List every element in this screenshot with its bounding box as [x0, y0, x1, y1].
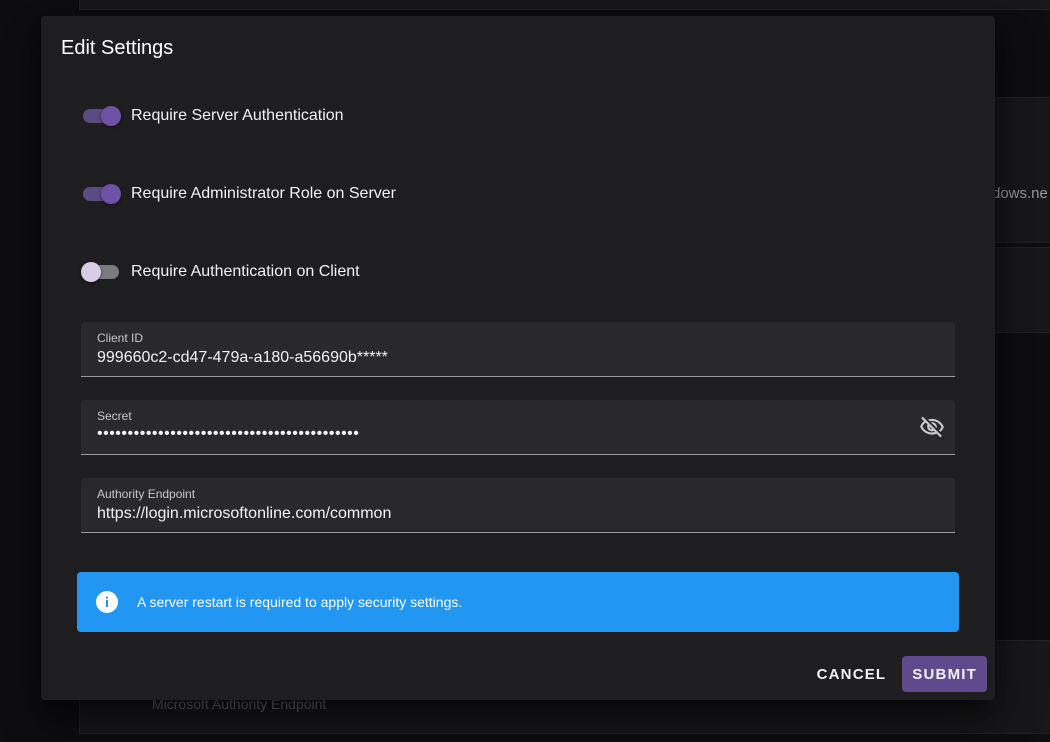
visibility-off-icon[interactable]: [919, 414, 945, 440]
dialog-title: Edit Settings: [61, 37, 174, 59]
authority-endpoint-field[interactable]: Authority Endpoint https://login.microso…: [81, 478, 955, 533]
authority-endpoint-label: Authority Endpoint: [97, 487, 196, 501]
background-partial-text: dows.ne: [992, 185, 1048, 202]
edit-settings-dialog: Edit Settings Require Server Authenticat…: [41, 16, 995, 700]
secret-value[interactable]: ••••••••••••••••••••••••••••••••••••••••…: [97, 425, 877, 443]
restart-info-alert: A server restart is required to apply se…: [77, 572, 959, 632]
client-id-field[interactable]: Client ID 999660c2-cd47-479a-a180-a56690…: [81, 322, 955, 377]
client-id-value[interactable]: 999660c2-cd47-479a-a180-a56690b*****: [97, 349, 877, 367]
client-auth-label: Require Authentication on Client: [131, 263, 360, 280]
dialog-actions: CANCEL SUBMIT: [807, 656, 987, 692]
alert-text: A server restart is required to apply se…: [137, 594, 463, 610]
client-auth-switch[interactable]: [81, 258, 119, 286]
secret-label: Secret: [97, 409, 132, 423]
switch-thumb: [81, 262, 101, 282]
info-icon: [95, 590, 119, 614]
admin-role-label: Require Administrator Role on Server: [131, 185, 397, 202]
secret-field[interactable]: Secret •••••••••••••••••••••••••••••••••…: [81, 400, 955, 455]
background-card: [79, 0, 1050, 10]
server-auth-label: Require Server Authentication: [131, 107, 344, 124]
cancel-button[interactable]: CANCEL: [807, 656, 897, 692]
authority-endpoint-value[interactable]: https://login.microsoftonline.com/common: [97, 505, 877, 523]
switch-row-server-auth: Require Server Authentication: [81, 102, 344, 130]
admin-role-switch[interactable]: [81, 180, 121, 208]
client-id-label: Client ID: [97, 331, 144, 345]
server-auth-switch[interactable]: [81, 102, 121, 130]
switch-row-client-auth: Require Authentication on Client: [81, 258, 360, 286]
switch-row-admin-role: Require Administrator Role on Server: [81, 180, 396, 208]
switch-thumb: [101, 106, 121, 126]
submit-button[interactable]: SUBMIT: [902, 656, 987, 692]
switch-thumb: [101, 184, 121, 204]
